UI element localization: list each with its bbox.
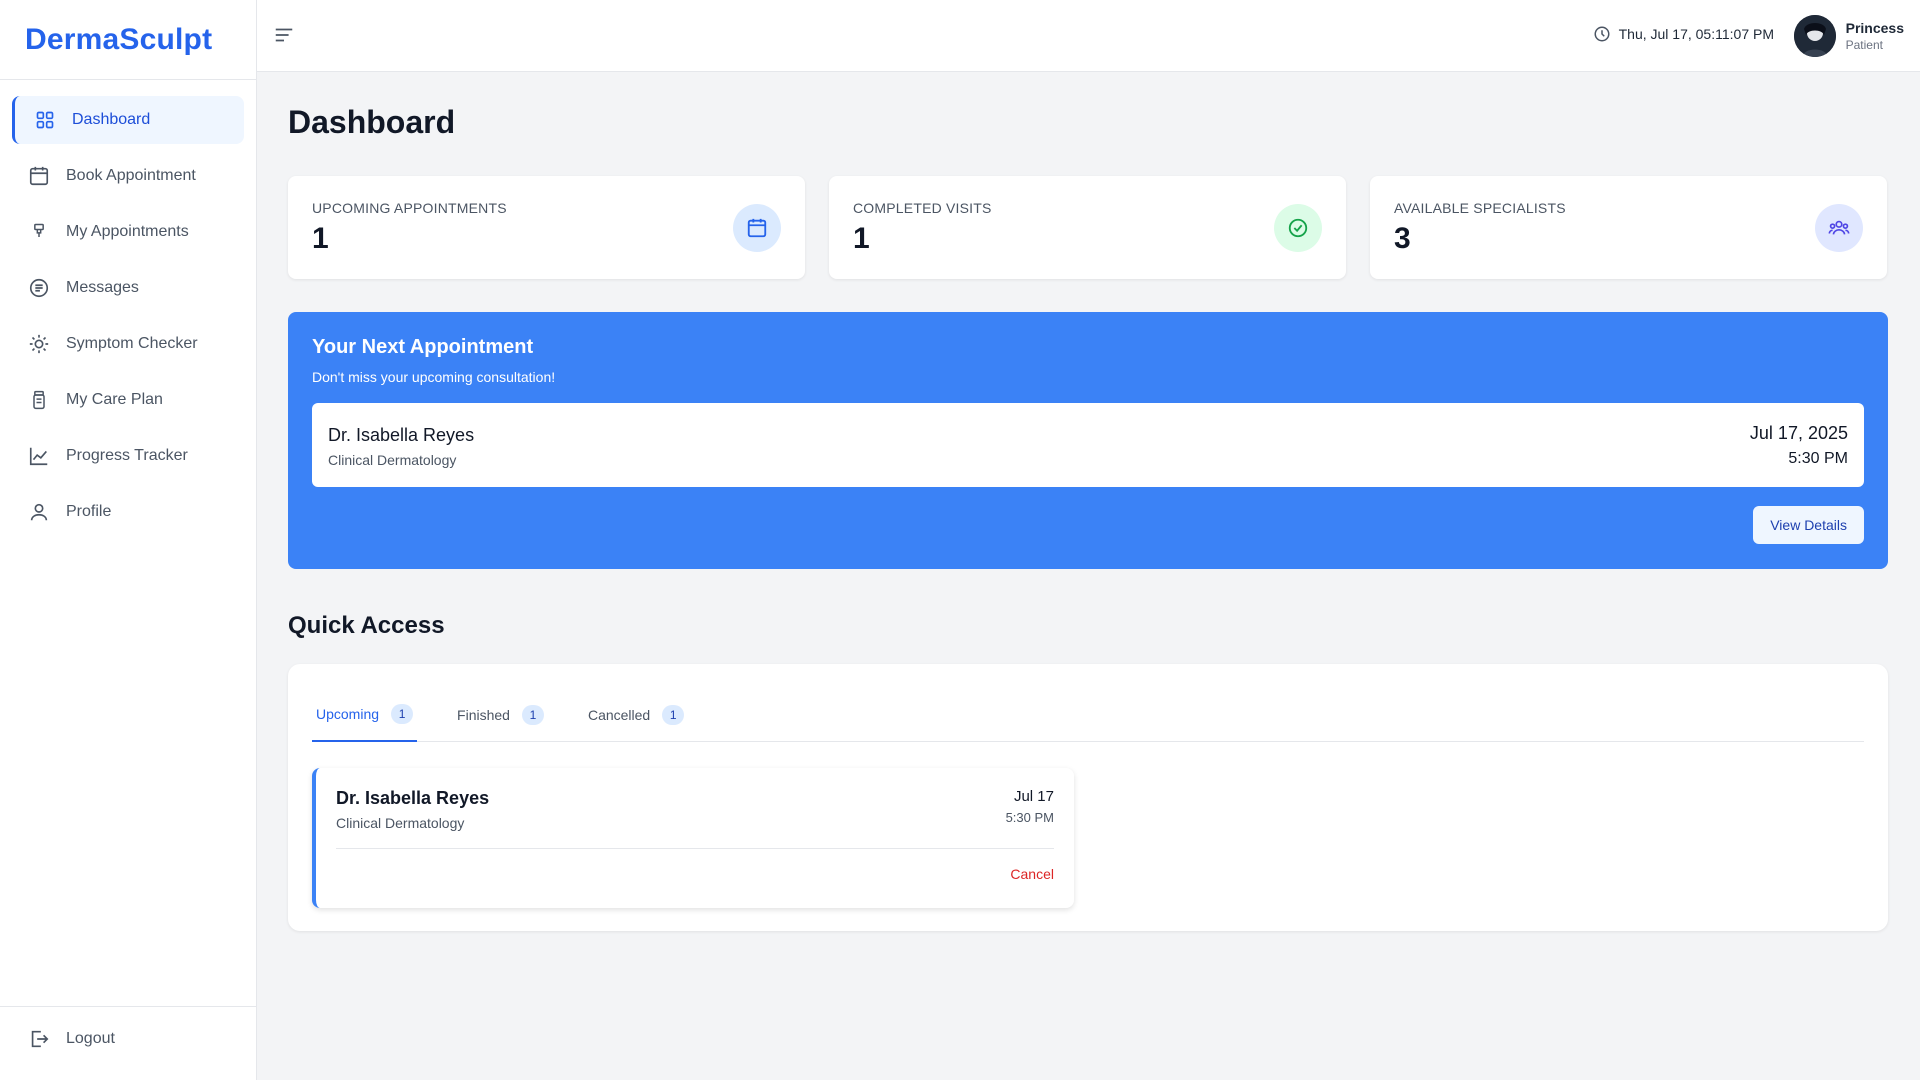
tab-cancelled[interactable]: Cancelled 1 bbox=[584, 688, 688, 742]
sidebar-item-book-appointment[interactable]: Book Appointment bbox=[12, 152, 244, 200]
doctor-specialty: Clinical Dermatology bbox=[328, 452, 457, 468]
stat-card-completed: COMPLETED VISITS 1 bbox=[829, 176, 1346, 279]
cancel-appointment-button[interactable]: Cancel bbox=[1010, 866, 1054, 882]
clipboard-icon bbox=[28, 221, 50, 243]
sidebar-item-my-appointments[interactable]: My Appointments bbox=[12, 208, 244, 256]
appointment-date: Jul 17 bbox=[1013, 788, 1054, 805]
divider bbox=[336, 848, 1054, 849]
calendar-icon bbox=[733, 204, 781, 252]
doctor-specialty: Clinical Dermatology bbox=[336, 815, 465, 831]
sidebar-item-symptom-checker[interactable]: Symptom Checker bbox=[12, 320, 244, 368]
count-badge: 1 bbox=[662, 705, 685, 725]
tab-label: Finished bbox=[457, 707, 510, 723]
doctor-name: Dr. Isabella Reyes bbox=[328, 425, 475, 445]
sidebar-item-messages[interactable]: Messages bbox=[12, 264, 244, 312]
count-badge: 1 bbox=[521, 705, 544, 725]
doctor-name: Dr. Isabella Reyes bbox=[336, 788, 490, 808]
sidebar-item-label: Progress Tracker bbox=[66, 447, 188, 464]
top-header: Thu, Jul 17, 05:11:07 PM Princess Patien… bbox=[257, 0, 1920, 72]
sidebar: DermaSculpt Dashboard Book Appointment M… bbox=[0, 0, 257, 1080]
datetime-text: Thu, Jul 17, 05:11:07 PM bbox=[1618, 26, 1774, 42]
appointment-time: 5:30 PM bbox=[1788, 450, 1848, 467]
main-content: Dashboard UPCOMING APPOINTMENTS 1 COMPLE… bbox=[288, 72, 1888, 931]
sidebar-nav: Dashboard Book Appointment My Appointmen… bbox=[0, 80, 256, 536]
stat-value: 1 bbox=[312, 222, 329, 255]
logout-button[interactable]: Logout bbox=[12, 1015, 244, 1063]
next-appointment-banner: Your Next Appointment Don't miss your up… bbox=[288, 312, 1888, 569]
stats-row: UPCOMING APPOINTMENTS 1 COMPLETED VISITS… bbox=[288, 176, 1888, 279]
user-role: Patient bbox=[1845, 38, 1883, 52]
brand-logo[interactable]: DermaSculpt bbox=[0, 0, 256, 80]
sidebar-item-label: My Care Plan bbox=[66, 391, 163, 408]
users-icon bbox=[1815, 204, 1863, 252]
stat-value: 1 bbox=[853, 222, 870, 255]
tab-finished[interactable]: Finished 1 bbox=[453, 688, 548, 742]
next-appointment-card: Dr. Isabella Reyes Clinical Dermatology … bbox=[312, 403, 1864, 487]
appointment-list-item: Dr. Isabella Reyes Clinical Dermatology … bbox=[312, 768, 1074, 908]
sun-icon bbox=[28, 333, 50, 355]
sidebar-item-label: Messages bbox=[66, 279, 139, 296]
sidebar-item-progress-tracker[interactable]: Progress Tracker bbox=[12, 432, 244, 480]
appointment-datetime: Jul 17, 2025 5:30 PM bbox=[1750, 423, 1848, 468]
page-title: Dashboard bbox=[288, 104, 456, 140]
next-appointment-title: Your Next Appointment bbox=[312, 336, 534, 358]
next-appointment-subtitle: Don't miss your upcoming consultation! bbox=[312, 369, 556, 385]
clock-icon bbox=[1593, 25, 1611, 43]
view-details-button[interactable]: View Details bbox=[1753, 506, 1864, 544]
stat-label: AVAILABLE SPECIALISTS bbox=[1394, 200, 1566, 216]
sidebar-item-my-care-plan[interactable]: My Care Plan bbox=[12, 376, 244, 424]
logout-icon bbox=[28, 1028, 50, 1050]
sidebar-item-label: Dashboard bbox=[72, 111, 151, 128]
tab-label: Upcoming bbox=[316, 706, 380, 722]
sidebar-item-label: Book Appointment bbox=[66, 167, 196, 184]
appointment-tabs: Upcoming 1 Finished 1 Cancelled 1 bbox=[312, 688, 1864, 742]
datetime-display: Thu, Jul 17, 05:11:07 PM bbox=[1593, 25, 1774, 43]
bottle-icon bbox=[28, 389, 50, 411]
appointment-date: Jul 17, 2025 bbox=[1749, 423, 1848, 443]
stat-value: 3 bbox=[1394, 222, 1411, 255]
stat-card-upcoming: UPCOMING APPOINTMENTS 1 bbox=[288, 176, 805, 279]
count-badge: 1 bbox=[391, 704, 414, 724]
sidebar-footer: Logout bbox=[0, 1006, 256, 1080]
stat-card-specialists: AVAILABLE SPECIALISTS 3 bbox=[1370, 176, 1887, 279]
sidebar-item-dashboard[interactable]: Dashboard bbox=[12, 96, 244, 144]
avatar bbox=[1793, 15, 1836, 57]
stat-label: COMPLETED VISITS bbox=[853, 200, 992, 216]
user-name: Princess bbox=[1845, 20, 1904, 36]
user-icon bbox=[28, 501, 50, 523]
sidebar-item-label: Profile bbox=[66, 503, 112, 520]
stat-label: UPCOMING APPOINTMENTS bbox=[312, 200, 507, 216]
menu-toggle-icon[interactable] bbox=[273, 24, 297, 48]
appointment-time: 5:30 PM bbox=[1005, 810, 1054, 825]
sidebar-item-profile[interactable]: Profile bbox=[12, 488, 244, 536]
logout-label: Logout bbox=[66, 1030, 115, 1047]
user-menu[interactable]: Princess Patient bbox=[1793, 15, 1904, 57]
tab-upcoming[interactable]: Upcoming 1 bbox=[312, 688, 418, 742]
message-icon bbox=[28, 277, 50, 299]
check-circle-icon bbox=[1274, 204, 1322, 252]
calendar-icon bbox=[28, 165, 50, 187]
grid-icon bbox=[34, 109, 56, 131]
quick-access-title: Quick Access bbox=[288, 612, 445, 639]
tab-label: Cancelled bbox=[587, 707, 651, 723]
appointment-datetime: Jul 17 5:30 PM bbox=[1006, 788, 1054, 825]
sidebar-item-label: My Appointments bbox=[66, 223, 189, 240]
sidebar-item-label: Symptom Checker bbox=[66, 335, 198, 352]
quick-access-panel: Upcoming 1 Finished 1 Cancelled 1 Dr. Is… bbox=[288, 664, 1888, 931]
chart-line-icon bbox=[28, 445, 50, 467]
